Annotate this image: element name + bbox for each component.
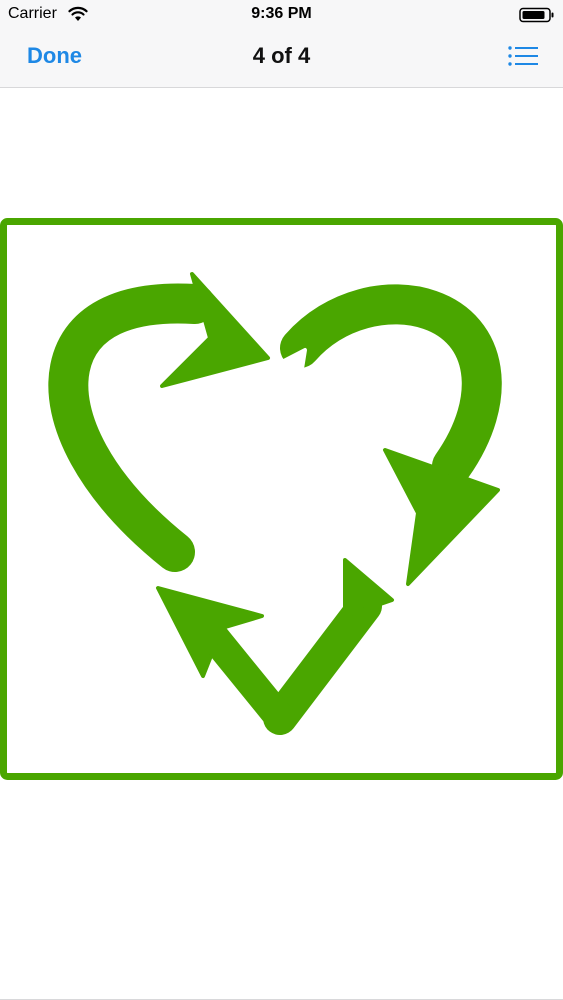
- nav-bar: Done 4 of 4: [0, 30, 563, 88]
- recycle-heart-icon: [48, 272, 502, 735]
- status-time: 9:36 PM: [251, 5, 312, 22]
- status-bar: Carrier 9:36 PM: [0, 0, 563, 30]
- document-preview-area[interactable]: [0, 88, 563, 1000]
- page-counter-title: 4 of 4: [252, 43, 311, 68]
- recycle-heart-image: [0, 218, 563, 780]
- battery-icon: [519, 7, 554, 23]
- list-icon[interactable]: [507, 44, 539, 68]
